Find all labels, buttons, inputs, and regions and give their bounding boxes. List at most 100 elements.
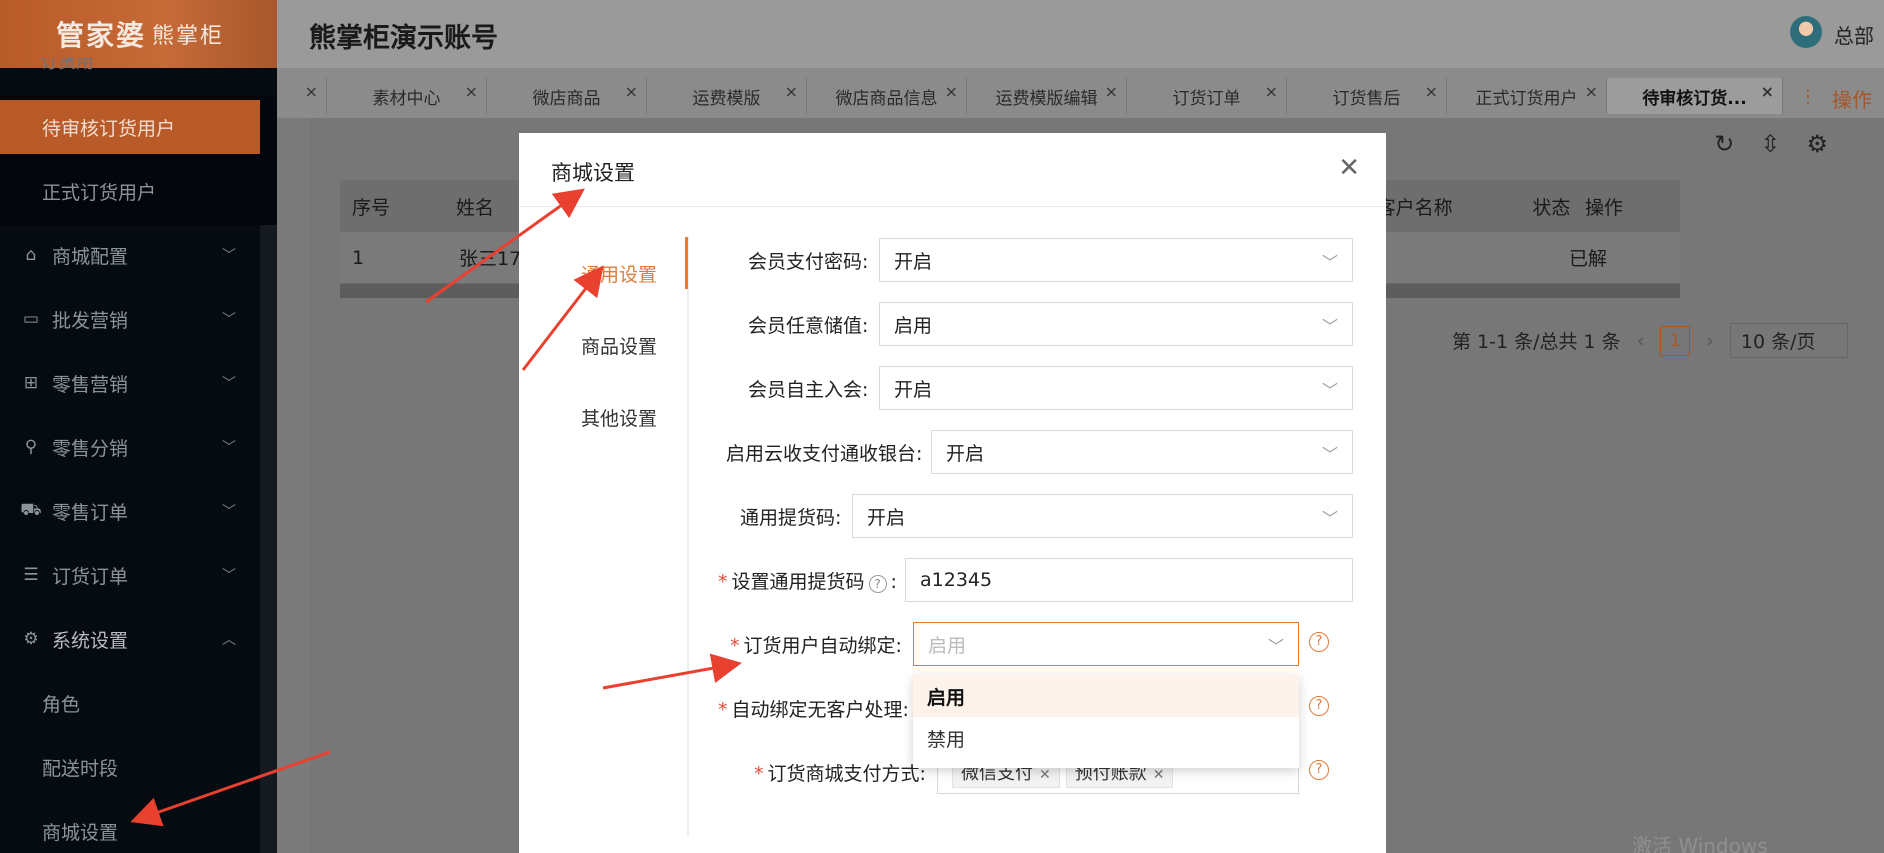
form-row: 通用提货码: <box>740 494 841 538</box>
form-row: 会员支付密码: <box>748 238 868 282</box>
sidebar-item-retail-distribution[interactable]: ⚲ 零售分销 ﹀ <box>0 420 260 474</box>
tab-label: 订货订单 <box>1172 88 1241 109</box>
column-height-icon[interactable]: ⇳ <box>1760 130 1780 158</box>
sidebar-item-delivery-slots[interactable]: 配送时段 <box>0 740 260 794</box>
sidebar-item-system-settings[interactable]: ⚙ 系统设置 ︿ <box>0 612 260 666</box>
shop-icon: ⌂ <box>25 245 37 265</box>
sidebar-item-retail-marketing[interactable]: ⊞ 零售营销 ﹀ <box>0 356 260 410</box>
operations-menu[interactable]: 操作 <box>1832 84 1872 113</box>
required-mark: * <box>754 762 764 785</box>
tab-micro-shop-goods[interactable]: 微店商品 × <box>487 78 647 114</box>
tab-label: 微店商品信息 <box>835 88 938 109</box>
member-self-join-select[interactable]: 开启 ﹀ <box>879 366 1353 410</box>
pickup-code-select[interactable]: 开启 ﹀ <box>852 494 1353 538</box>
sidebar-item-retail-orders[interactable]: ⛟ 零售订单 ﹀ <box>0 484 260 538</box>
settings-icon[interactable]: ⚙ <box>1806 130 1828 158</box>
nav-goods-settings[interactable]: 商品设置 <box>519 309 689 381</box>
tab-partial[interactable]: × <box>277 78 327 114</box>
close-icon[interactable]: ✕ <box>1039 767 1051 783</box>
pagination: 第 1-1 条/总共 1 条 ‹ 1 › 10 条/页 <box>1452 323 1848 358</box>
tab-order-orders[interactable]: 订货订单 × <box>1127 78 1287 114</box>
page-size-select[interactable]: 10 条/页 <box>1729 323 1848 358</box>
auto-bind-select[interactable]: 启用 ﹀ <box>913 622 1299 666</box>
close-icon[interactable]: × <box>1425 82 1438 101</box>
close-icon[interactable]: ✕ <box>1338 153 1360 183</box>
help-icon[interactable]: ? <box>868 574 887 593</box>
required-mark: * <box>730 634 740 657</box>
close-icon[interactable]: × <box>1265 82 1278 101</box>
page-number[interactable]: 1 <box>1660 325 1691 356</box>
field-label: * 设置通用提货码?: <box>718 570 897 593</box>
logo-subtext: 熊掌柜 <box>152 24 225 49</box>
select-value: 开启 <box>894 378 933 401</box>
sidebar-item-order-orders[interactable]: ☰ 订货订单 ﹀ <box>0 548 260 602</box>
sidebar-item-mall-settings[interactable]: 商城设置 <box>0 804 260 853</box>
user-name[interactable]: 总部 <box>1834 20 1884 49</box>
chevron-down-icon: ﹀ <box>222 504 236 520</box>
sidebar-item-roles[interactable]: 角色 <box>0 676 260 730</box>
logo-text: 管家婆 <box>56 19 147 52</box>
close-icon[interactable]: × <box>625 82 638 101</box>
sidebar-item-partial[interactable]: 订货用 <box>40 58 94 74</box>
nav-other-settings[interactable]: 其他设置 <box>519 381 689 453</box>
tab-label: 正式订货用户 <box>1475 88 1578 109</box>
sidebar-item-formal-users[interactable]: 正式订货用户 <box>0 164 260 218</box>
close-icon[interactable]: ✕ <box>1153 767 1165 783</box>
help-icon[interactable]: ? <box>1309 632 1329 652</box>
cart-icon: ⛟ <box>20 500 42 520</box>
nav-general-settings[interactable]: 通用设置 <box>519 237 689 309</box>
chevron-down-icon: ﹀ <box>222 312 236 328</box>
member-pay-password-select[interactable]: 开启 ﹀ <box>879 238 1353 282</box>
sidebar-item-mall-config[interactable]: ⌂ 商城配置 ﹀ <box>0 228 260 282</box>
sidebar-item-label: 正式订货用户 <box>42 181 157 204</box>
tab-freight-template[interactable]: 运费模版 × <box>647 78 807 114</box>
sidebar-scrollbar[interactable] <box>260 225 277 853</box>
tab-material-center[interactable]: 素材中心 × <box>327 78 487 114</box>
avatar[interactable] <box>1790 16 1822 48</box>
cloud-pay-cashier-select[interactable]: 开启 ﹀ <box>931 430 1353 474</box>
dropdown-option-disable[interactable]: 禁用 <box>913 717 1299 759</box>
next-page-icon[interactable]: › <box>1706 330 1714 352</box>
tab-freight-template-edit[interactable]: 运费模版编辑 × <box>967 78 1127 114</box>
form-row: * 订货商城支付方式: <box>754 750 926 794</box>
close-icon[interactable]: × <box>945 82 958 101</box>
close-icon[interactable]: × <box>1105 82 1118 101</box>
close-icon[interactable]: × <box>785 82 798 101</box>
tab-label: 运费模版 <box>692 88 761 109</box>
sidebar-item-label: 商城设置 <box>42 821 119 844</box>
sidebar-item-label: 零售订单 <box>52 501 129 524</box>
refresh-icon[interactable]: ↻ <box>1714 130 1734 158</box>
top-header: 熊掌柜演示账号 总部 <box>277 0 1884 68</box>
close-icon[interactable]: × <box>465 82 478 101</box>
close-icon[interactable]: × <box>1585 82 1598 101</box>
tab-label: 订货售后 <box>1332 88 1401 109</box>
help-icon[interactable]: ? <box>1309 760 1329 780</box>
list-icon: ☰ <box>23 565 39 585</box>
field-label: 通用提货码: <box>740 506 842 529</box>
tab-bar: × 素材中心 × 微店商品 × 运费模版 × 微店商品信息 × 运费模版编辑 × 订货订单… <box>277 68 1884 118</box>
gear-icon: ⚙ <box>23 629 39 649</box>
auto-bind-dropdown: 启用 禁用 <box>913 675 1299 768</box>
member-any-deposit-select[interactable]: 启用 ﹀ <box>879 302 1353 346</box>
sidebar-item-wholesale-marketing[interactable]: ▭ 批发营销 ﹀ <box>0 292 260 346</box>
sidebar-item-label: 商城配置 <box>52 245 129 268</box>
sidebar-item-pending-users[interactable]: 待审核订货用户 <box>0 100 260 154</box>
close-icon[interactable]: × <box>1761 82 1774 101</box>
table-cell: 已解 <box>1569 248 1608 270</box>
close-icon[interactable]: × <box>305 82 318 101</box>
org-icon: ⚲ <box>24 437 38 457</box>
tab-order-aftersale[interactable]: 订货售后 × <box>1287 78 1447 114</box>
tab-formal-users[interactable]: 正式订货用户 × <box>1447 78 1607 114</box>
pickup-code-input[interactable]: a12345 <box>905 558 1353 602</box>
prev-page-icon[interactable]: ‹ <box>1637 330 1645 352</box>
select-placeholder: 启用 <box>928 634 967 657</box>
tab-label: 运费模版编辑 <box>995 88 1098 109</box>
field-label: 会员任意储值: <box>748 314 869 337</box>
modal-title: 商城设置 <box>551 161 635 185</box>
help-icon[interactable]: ? <box>1309 696 1329 716</box>
tab-pending-users[interactable]: 待审核订货... × <box>1607 78 1783 114</box>
pagination-summary: 第 1-1 条/总共 1 条 <box>1452 331 1621 353</box>
tab-micro-shop-goods-info[interactable]: 微店商品信息 × <box>807 78 967 114</box>
more-icon[interactable]: ⋮ <box>1799 86 1817 107</box>
dropdown-option-enable[interactable]: 启用 <box>913 675 1299 717</box>
